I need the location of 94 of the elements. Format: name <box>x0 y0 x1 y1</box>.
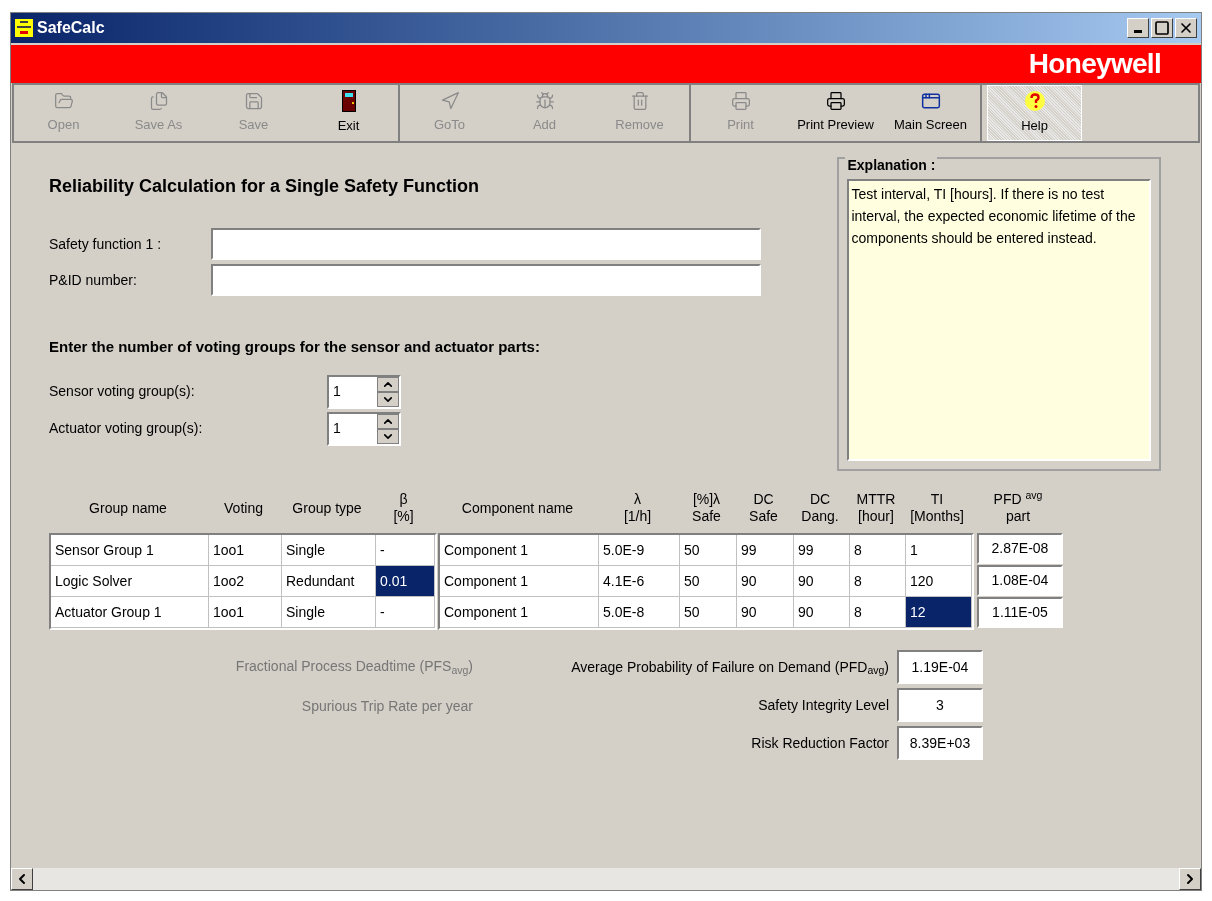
bug-icon <box>534 91 555 112</box>
table-cell[interactable]: Logic Solver <box>51 566 209 597</box>
table-cell[interactable]: 90 <box>794 597 850 628</box>
field-label: Actuator voting group(s): <box>49 419 204 438</box>
toolbar-button[interactable]: Print Preview <box>788 85 883 141</box>
table-cell[interactable]: 0.01 <box>376 566 435 597</box>
spin-field[interactable]: 1 <box>327 374 401 409</box>
scroll-right-button[interactable] <box>1179 868 1201 890</box>
horizontal-scrollbar[interactable] <box>11 868 1201 890</box>
window-title: SafeCalc <box>37 18 105 38</box>
maximize-button[interactable] <box>1151 18 1173 38</box>
field-label: P&ID number: <box>49 270 138 290</box>
table-cell[interactable]: 1oo1 <box>209 535 282 566</box>
table-cell[interactable]: 1 <box>906 535 972 566</box>
table-cell[interactable]: 8 <box>850 566 906 597</box>
column-header: Voting <box>223 498 264 518</box>
app-logo <box>15 19 33 37</box>
form-heading: Reliability Calculation for a Single Safety Function <box>49 175 481 198</box>
table-cell[interactable]: 50 <box>680 597 737 628</box>
table-cell[interactable]: 12 <box>906 597 972 628</box>
table-cell[interactable]: 4.1E-6 <box>599 566 680 597</box>
scroll-left-button[interactable] <box>11 868 33 890</box>
spin-up-icon[interactable] <box>377 376 399 392</box>
minimize-button[interactable] <box>1127 18 1149 38</box>
trash-icon <box>629 91 650 112</box>
maximize-icon <box>1154 20 1170 36</box>
toolbar-button[interactable]: Main Screen <box>883 85 978 141</box>
result-label: Risk Reduction Factor <box>751 733 889 753</box>
table-cell[interactable]: - <box>376 535 435 566</box>
result-label: Safety Integrity Level <box>758 695 889 715</box>
close-icon <box>1178 20 1194 36</box>
column-header: DC Dang. <box>800 490 840 526</box>
table-cell[interactable]: 1oo1 <box>209 597 282 628</box>
column-header: TI [Months] <box>909 490 965 526</box>
table-cell[interactable]: Component 1 <box>440 597 599 628</box>
table-cell[interactable]: 50 <box>680 566 737 597</box>
result-label: Fractional Process Deadtime (PFS$_{avg}$) <box>235 657 473 677</box>
help-icon <box>1023 90 1046 113</box>
result-field: 3 <box>897 688 983 722</box>
table-cell[interactable]: Single <box>282 535 376 566</box>
column-header: [%]λ Safe <box>691 490 722 526</box>
minimize-icon <box>1134 30 1142 33</box>
result-label: Average Probability of Failure on Demand (PFD$_{avg}$) <box>571 657 889 678</box>
table-cell[interactable]: 50 <box>680 535 737 566</box>
printer-icon <box>730 91 751 112</box>
spin-field[interactable]: 1 <box>327 411 401 446</box>
door-icon <box>341 90 356 113</box>
column-header: β [%] <box>392 490 415 526</box>
close-button[interactable] <box>1175 18 1197 38</box>
table-cell[interactable]: 5.0E-8 <box>599 597 680 628</box>
column-header: MTTR [hour] <box>855 490 897 526</box>
column-header: λ [1/h] <box>622 490 653 526</box>
table-cell[interactable]: 99 <box>737 535 794 566</box>
explanation-title: Explanation : <box>845 157 938 173</box>
table-cell[interactable]: Sensor Group 1 <box>51 535 209 566</box>
navigation-icon <box>439 91 460 112</box>
table-cell[interactable]: 90 <box>794 566 850 597</box>
table-cell[interactable]: - <box>376 597 435 628</box>
result-field: 1.19E-04 <box>897 650 983 684</box>
field-label: Sensor voting group(s): <box>49 382 196 401</box>
result-field: 1.08E-04 <box>977 565 1063 596</box>
column-header: Group name <box>88 498 168 518</box>
table-cell[interactable]: 120 <box>906 566 972 597</box>
table-cell[interactable]: Component 1 <box>440 535 599 566</box>
table-cell[interactable]: Actuator Group 1 <box>51 597 209 628</box>
table-cell[interactable]: Redundant <box>282 566 376 597</box>
toolbar-button[interactable]: Help <box>987 85 1082 141</box>
result-label: Spurious Trip Rate per year <box>301 697 473 716</box>
table-cell[interactable]: Component 1 <box>440 566 599 597</box>
spin-up-icon[interactable] <box>377 413 399 429</box>
column-header: DC Safe <box>748 490 779 526</box>
result-field: 8.39E+03 <box>897 726 983 760</box>
table-cell[interactable]: 8 <box>850 597 906 628</box>
table-cell[interactable]: Single <box>282 597 376 628</box>
table-cell[interactable]: 90 <box>737 566 794 597</box>
table-cell[interactable]: 5.0E-9 <box>599 535 680 566</box>
table-cell[interactable]: 99 <box>794 535 850 566</box>
brand-logo: Honeywell <box>1028 47 1161 81</box>
column-header: PFD $^{avg}$ part <box>992 487 1044 526</box>
printer-icon <box>825 91 846 112</box>
text-field[interactable] <box>211 228 761 260</box>
result-field: 2.87E-08 <box>977 533 1063 564</box>
column-header: Component name <box>460 498 575 518</box>
column-header: Group type <box>291 498 363 518</box>
result-field: 1.11E-05 <box>977 597 1063 628</box>
explanation-text: Test interval, TI [hours]. If there is no test interval, the expected economic lifetime of the components should be entered instead. <box>847 179 1151 461</box>
table-cell[interactable]: 90 <box>737 597 794 628</box>
toolbar-button[interactable]: Exit <box>301 85 396 141</box>
documents-icon <box>148 91 169 112</box>
text-field[interactable] <box>211 264 761 296</box>
table-cell[interactable]: 8 <box>850 535 906 566</box>
section-heading: Enter the number of voting groups for the sensor and actuator parts: <box>49 337 541 357</box>
field-label: Safety function 1 : <box>49 234 163 254</box>
table-cell[interactable]: 1oo2 <box>209 566 282 597</box>
